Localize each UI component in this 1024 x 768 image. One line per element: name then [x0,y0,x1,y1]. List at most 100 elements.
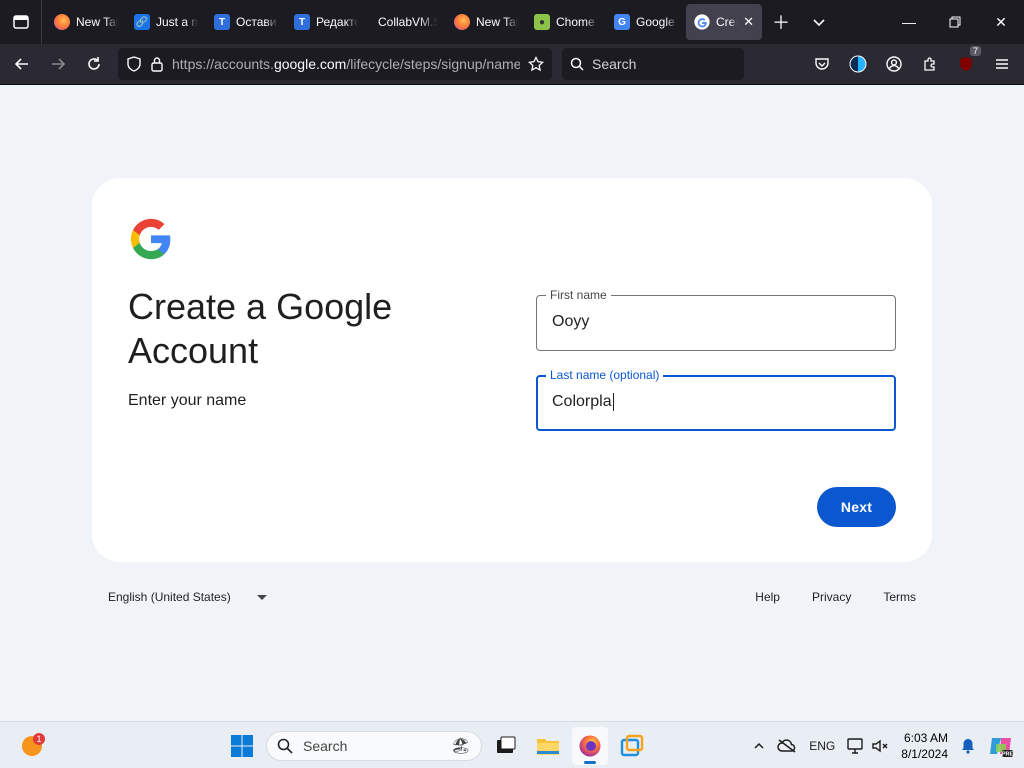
clock[interactable]: 6:03 AM 8/1/2024 [895,730,954,762]
tab-telegraph-2[interactable]: T Редактор [286,4,366,40]
vm-app-button[interactable] [614,727,650,765]
pocket-icon [815,58,829,70]
shield-icon[interactable] [126,56,142,72]
lock-icon[interactable] [150,56,164,72]
back-button[interactable] [4,48,40,80]
list-all-tabs-button[interactable] [800,4,838,40]
hamburger-menu-icon [996,59,1008,69]
close-window-button[interactable]: ✕ [978,0,1024,44]
close-tab-icon[interactable]: ✕ [743,14,754,30]
last-name-input[interactable]: Colorpla [552,393,614,411]
notifications-button[interactable] [954,722,982,768]
tab-telegraph-1[interactable]: T Оставить [206,4,286,40]
tab-collabvm[interactable]: CollabVM.S [366,4,446,40]
language-label: English (United States) [108,590,231,604]
svg-text:PRE: PRE [1002,751,1014,757]
tab-label: Оставить [236,15,278,29]
network-status-button[interactable] [771,722,803,768]
first-name-field[interactable]: First name Ooyy [536,287,896,351]
tab-google-translate[interactable]: G Google [606,4,686,40]
task-view-button[interactable] [488,727,524,765]
system-tray: ENG 6:03 AM 8/1/2024 PRE [747,722,1024,768]
url-domain: google.com [273,56,347,72]
clock-date: 8/1/2024 [901,746,948,761]
half-moon-icon [849,55,867,73]
tab-new-tab-2[interactable]: New Tab [446,4,526,40]
minimize-button[interactable]: — [886,0,932,44]
menu-button[interactable] [984,48,1020,80]
tab-label: Редактор [316,15,358,29]
tab-just-a-moment[interactable]: 🔗 Just a moment... [126,4,206,40]
language-selector[interactable]: English (United States) [108,590,267,604]
restore-button[interactable] [932,0,978,44]
navigation-toolbar: https://accounts.google.com/lifecycle/st… [0,44,1024,85]
chome-icon: ● [534,14,550,30]
page-footer: English (United States) Help Privacy Ter… [92,585,932,609]
tab-label: Just a moment... [156,15,198,29]
text-caret [612,393,614,411]
start-button[interactable] [224,727,260,765]
copilot-button[interactable]: PRE [982,722,1024,768]
last-name-label: Last name (optional) [546,367,664,383]
reload-button[interactable] [76,48,112,80]
puzzle-icon [924,57,935,71]
telegraph-icon: T [294,14,310,30]
firefox-taskbar-button[interactable] [572,727,608,765]
weather-widget[interactable]: 1 [20,732,46,758]
privacy-link[interactable]: Privacy [812,590,851,604]
url-text[interactable]: https://accounts.google.com/lifecycle/st… [172,56,520,72]
input-language-indicator[interactable]: ENG [803,722,841,768]
file-explorer-button[interactable] [530,727,566,765]
weather-badge: 1 [36,734,41,744]
tab-create-account[interactable]: Create ✕ [686,4,762,40]
extension-badge: 7 [969,46,981,56]
search-placeholder: Search [592,56,637,72]
firefox-icon [579,735,601,757]
link-icon: 🔗 [134,14,150,30]
terms-link[interactable]: Terms [883,590,916,604]
vpn-extension-button[interactable] [840,48,876,80]
help-link[interactable]: Help [755,590,780,604]
google-logo-icon [130,218,171,260]
ublock-icon [960,57,972,71]
signup-card: Create a Google Account Enter your name … [92,178,932,562]
taskbar-search-placeholder: Search [303,738,348,754]
forward-button[interactable] [40,48,76,80]
next-button[interactable]: Next [817,487,896,527]
tab-label: New Tab [76,15,118,29]
ublock-button[interactable]: 7 [948,46,984,80]
page-content: Create a Google Account Enter your name … [0,85,1024,721]
back-arrow-icon [14,58,28,70]
tab-chome[interactable]: ● Chome [526,4,606,40]
vm-app-icon [620,734,644,757]
copilot-icon: PRE [990,737,1014,757]
search-icon [277,738,293,754]
pocket-button[interactable] [804,48,840,80]
last-name-field[interactable]: Last name (optional) Colorpla [536,367,896,431]
firefox-icon [54,14,70,30]
tab-new-tab-1[interactable]: New Tab [46,4,126,40]
extensions-button[interactable] [912,48,948,80]
search-bar[interactable]: Search [562,48,744,80]
taskbar-search[interactable]: Search 🏖 [266,731,482,761]
first-name-label: First name [546,287,611,303]
folder-icon [537,739,559,755]
chevron-up-icon [754,742,764,749]
firefox-view-icon [12,15,29,29]
toolbar-right: 7 [804,46,1020,80]
windows-taskbar: 1 Search 🏖 ENG 6:03 AM 8/1/2024 PRE [0,721,1024,768]
url-prefix: https://accounts. [172,56,274,72]
windows-logo-icon [231,735,253,757]
first-name-input[interactable]: Ooyy [552,313,589,331]
page-title: Create a Google Account [128,286,393,371]
telegraph-icon: T [214,14,230,30]
monitor-network-icon [847,737,863,754]
account-button[interactable] [876,48,912,80]
star-icon[interactable] [528,56,544,72]
google-icon [694,14,710,30]
network-volume-group[interactable] [841,722,895,768]
address-bar[interactable]: https://accounts.google.com/lifecycle/st… [118,48,552,80]
new-tab-button[interactable]: ＋ [762,4,800,40]
show-hidden-icons-button[interactable] [747,722,771,768]
firefox-view-button[interactable] [0,0,42,44]
